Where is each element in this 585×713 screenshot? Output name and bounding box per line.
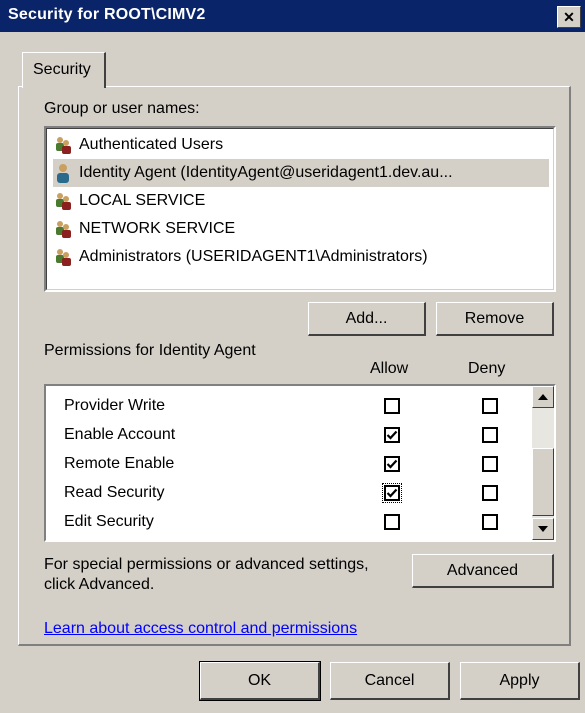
permission-row: Read Security [64,481,534,507]
permissions-label: Permissions for Identity Agent [44,342,256,359]
allow-checkbox[interactable] [384,427,400,443]
allow-checkbox[interactable] [384,398,400,414]
scroll-thumb[interactable] [532,448,554,516]
list-item[interactable]: Authenticated Users [53,131,549,159]
permission-row: Remote Enable [64,452,534,478]
deny-checkbox[interactable] [482,398,498,414]
deny-checkbox[interactable] [482,427,498,443]
allow-checkbox[interactable] [384,514,400,530]
allow-header: Allow [370,360,409,377]
permission-name: Edit Security [64,513,154,530]
user-group-icon [56,249,71,266]
add-button[interactable]: Add... [308,302,426,336]
scroll-down-button[interactable] [532,518,554,540]
tab-label: Security [33,61,91,78]
cancel-button[interactable]: Cancel [330,662,450,700]
list-item[interactable]: NETWORK SERVICE [53,215,549,243]
permission-name: Provider Write [64,397,166,414]
advanced-button[interactable]: Advanced [412,554,554,588]
advanced-text-line2: click Advanced. [44,576,155,593]
remove-button[interactable]: Remove [436,302,554,336]
learn-access-control-link[interactable]: Learn about access control and permissio… [44,620,357,638]
scroll-up-button[interactable] [532,386,554,408]
security-dialog: Security for ROOT\CIMV2 ✕ Security Group… [0,0,585,713]
deny-header: Deny [468,360,506,377]
user-group-icon [56,221,71,238]
user-name: Identity Agent (IdentityAgent@useridagen… [79,164,453,181]
apply-button[interactable]: Apply [460,662,580,700]
deny-checkbox[interactable] [482,456,498,472]
users-listbox-inner: Authenticated Users Identity Agent (Iden… [46,128,554,290]
title-bar[interactable]: Security for ROOT\CIMV2 ✕ [0,0,585,32]
user-name: NETWORK SERVICE [79,220,236,237]
list-item[interactable]: Administrators (USERIDAGENT1\Administrat… [53,243,549,271]
allow-checkbox[interactable] [382,483,402,503]
window-title: Security for ROOT\CIMV2 [8,6,206,23]
permissions-scrollbar[interactable] [532,386,554,540]
list-item[interactable]: LOCAL SERVICE [53,187,549,215]
user-group-icon [56,193,71,210]
permission-row: Edit Security [64,510,534,536]
arrow-up-icon [538,394,548,400]
close-button[interactable]: ✕ [557,6,581,28]
deny-checkbox[interactable] [482,514,498,530]
list-item[interactable]: Identity Agent (IdentityAgent@useridagen… [53,159,549,187]
ok-button[interactable]: OK [199,661,321,701]
permission-row: Enable Account [64,423,534,449]
close-icon: ✕ [563,8,575,25]
user-name: Administrators (USERIDAGENT1\Administrat… [79,248,428,265]
single-user-icon [57,164,69,183]
users-listbox[interactable]: Authenticated Users Identity Agent (Iden… [44,126,556,292]
permission-name: Enable Account [64,426,176,443]
arrow-down-icon [538,526,548,532]
permission-name: Read Security [64,484,165,501]
user-name: Authenticated Users [79,136,224,153]
permission-row: Provider Write [64,394,534,420]
permissions-list[interactable]: Provider Write Enable Account Remote Enabl… [44,384,556,542]
group-or-user-names-label: Group or user names: [44,100,200,117]
deny-checkbox[interactable] [482,485,498,501]
advanced-text-line1: For special permissions or advanced sett… [44,556,369,573]
allow-checkbox[interactable] [384,456,400,472]
permission-name: Remote Enable [64,455,175,472]
user-name: LOCAL SERVICE [79,192,206,209]
user-group-icon [56,137,71,154]
tab-security[interactable]: Security [22,52,106,88]
